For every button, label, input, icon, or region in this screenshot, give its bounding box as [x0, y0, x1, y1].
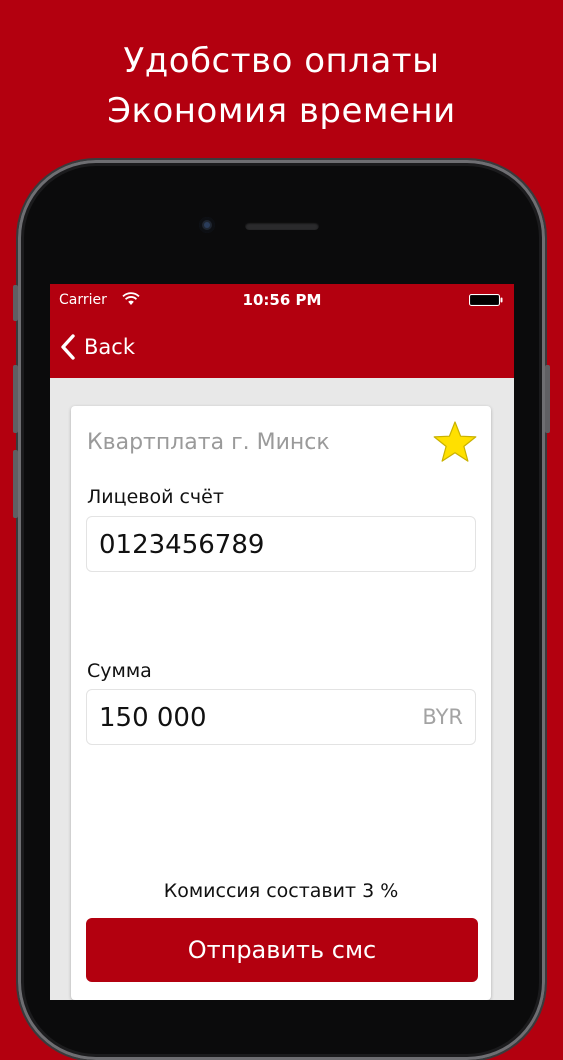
- account-label: Лицевой счёт: [87, 486, 224, 508]
- battery-icon: [469, 294, 503, 306]
- front-camera: [199, 217, 215, 233]
- phone-mute-switch: [13, 285, 18, 321]
- phone-volume-down: [13, 450, 18, 518]
- promo-headline-line-1: Удобство оплаты: [123, 41, 440, 81]
- amount-label: Сумма: [87, 660, 152, 682]
- back-button[interactable]: Back: [60, 330, 135, 364]
- currency-label: BYR: [422, 705, 463, 729]
- status-time: 10:56 PM: [242, 291, 322, 309]
- phone-power-button: [545, 365, 550, 433]
- account-input[interactable]: [97, 517, 401, 573]
- earpiece-speaker: [245, 222, 319, 230]
- amount-field[interactable]: BYR: [86, 689, 476, 746]
- amount-input[interactable]: [97, 690, 401, 746]
- commission-text: Комиссия составит 3 %: [163, 880, 399, 902]
- provider-title: Квартплата г. Минск: [87, 430, 330, 455]
- payment-form-card: Квартплата г. Минск Лицевой счёт Сумма B…: [71, 406, 491, 1000]
- chevron-left-icon: [61, 334, 75, 360]
- star-icon[interactable]: [432, 420, 478, 464]
- phone-screen: Carrier 10:56 PM Back Квартплата г. Минс…: [50, 284, 514, 1000]
- back-button-label: Back: [84, 335, 135, 359]
- account-field[interactable]: [86, 516, 476, 573]
- send-sms-button[interactable]: Отправить смс: [86, 918, 478, 982]
- promo-headline-line-2: Экономия времени: [107, 91, 456, 131]
- phone-volume-up: [13, 365, 18, 433]
- navigation-bar: Carrier 10:56 PM Back: [50, 284, 514, 378]
